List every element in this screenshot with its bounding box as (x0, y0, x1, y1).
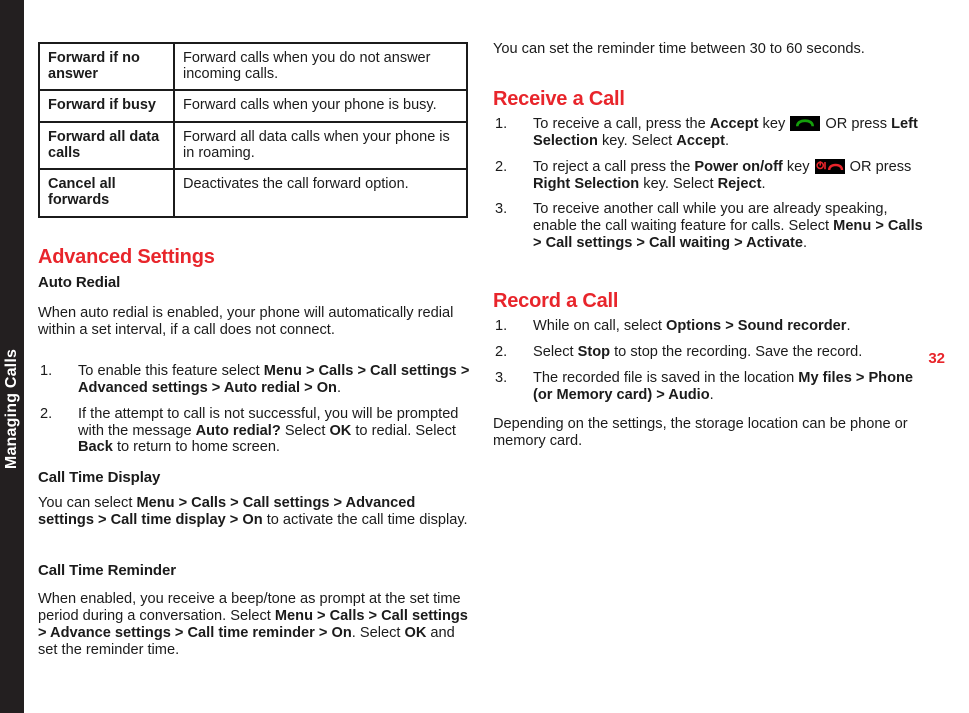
call-time-reminder-heading: Call Time Reminder (38, 562, 176, 579)
emphasis-text: Stop (577, 343, 611, 360)
emphasis-text: OK (404, 624, 427, 641)
emphasis-text: Power on/off (694, 158, 783, 175)
record-a-call-steps-list: 1. While on call, select Options > Sound … (493, 318, 925, 403)
emphasis-text: Menu > Calls > Call settings > Advanced … (38, 495, 416, 528)
record-a-call-steps: 1. While on call, select Options > Sound … (493, 318, 925, 403)
emphasis-text: Menu > Calls > Call settings > Call wait… (533, 218, 923, 252)
list-item: 1. While on call, select Options > Sound … (493, 318, 925, 335)
receive-a-call-heading: Receive a Call (493, 88, 625, 110)
emphasis-text: OK (329, 422, 352, 439)
table-cell-description: Deactivates the call forward option. (173, 168, 468, 218)
reject-call-key-icon (814, 158, 845, 174)
list-item: 3. The recorded file is saved in the loca… (493, 370, 925, 404)
emphasis-text: My files > Phone (or Memory card) > Audi… (533, 369, 914, 403)
call-time-display-heading: Call Time Display (38, 469, 161, 486)
table-row: Cancel all forwards Deactivates the call … (38, 168, 468, 218)
emphasis-text: Menu > Calls > Call settings > Advanced … (78, 363, 470, 396)
list-item-number: 1. (40, 363, 53, 379)
table-cell-description: Forward calls when you do not answer inc… (173, 41, 468, 92)
list-item-text: To receive a call, press the Accept key … (533, 116, 918, 149)
list-item-number: 1. (495, 116, 508, 132)
list-item-text: If the attempt to call is not successful… (78, 405, 459, 456)
list-item-number: 3. (495, 201, 508, 218)
list-item-number: 3. (495, 369, 508, 386)
table-row: Forward if busy Forward calls when your p… (38, 89, 468, 123)
advanced-settings-section: Advanced Settings (38, 246, 470, 269)
table-row: Forward if no answer Forward calls when y… (38, 41, 468, 92)
list-item: 2. To reject a call press the Power on/of… (493, 158, 925, 193)
table-cell-term: Cancel all forwards (38, 168, 175, 218)
accept-call-key-icon (790, 116, 821, 131)
auto-redial-intro-text: When auto redial is enabled, your phone … (38, 305, 454, 338)
table-cell-term: Forward if no answer (38, 41, 175, 92)
receive-a-call-steps-list: 1. To receive a call, press the Accept ke… (493, 116, 925, 252)
call-time-display-text: You can select Menu > Calls > Call setti… (38, 495, 468, 528)
reminder-note-text: You can set the reminder time between 30… (493, 41, 865, 57)
list-item-text: The recorded file is saved in the locati… (533, 369, 914, 403)
list-item: 3. To receive another call while you are … (493, 201, 925, 252)
emphasis-text: Reject (717, 175, 762, 192)
list-item: 1. To enable this feature select Menu > C… (38, 363, 470, 397)
record-a-call-closing-text: Depending on the settings, the storage l… (493, 416, 908, 449)
table-cell-term: Forward all data calls (38, 120, 175, 171)
emphasis-text: Options > Sound recorder (666, 318, 847, 334)
record-a-call-closing-note: Depending on the settings, the storage l… (493, 416, 925, 450)
call-forward-options-table: Forward if no answer Forward calls when y… (38, 41, 468, 218)
receive-a-call-section: Receive a Call (493, 88, 925, 111)
auto-redial-steps: 1. To enable this feature select Menu > C… (38, 363, 470, 456)
chapter-tab-label: Managing Calls (3, 348, 20, 470)
chapter-tab: Managing Calls (0, 0, 24, 713)
call-forward-table-body: Forward if no answer Forward calls when y… (38, 41, 468, 218)
auto-redial-intro: When auto redial is enabled, your phone … (38, 305, 470, 339)
emphasis-text: Auto redial? (195, 422, 281, 439)
call-time-reminder-section: Call Time Reminder When enabled, you rec… (38, 562, 470, 658)
page-number: 32 (928, 350, 945, 367)
emphasis-text: Right Selection (533, 175, 640, 192)
list-item-text: Select Stop to stop the recording. Save … (533, 343, 863, 360)
table-cell-description: Forward all data calls when your phone i… (173, 120, 468, 171)
list-item: 1. To receive a call, press the Accept ke… (493, 116, 925, 150)
list-item-number: 2. (495, 158, 508, 175)
list-item: 2. If the attempt to call is not successf… (38, 406, 470, 457)
emphasis-text: Accept (676, 132, 725, 149)
table-row: Forward all data calls Forward all data c… (38, 120, 468, 171)
list-item-text: To receive another call while you are al… (533, 201, 923, 252)
call-time-reminder-text: When enabled, you receive a beep/tone as… (38, 591, 468, 658)
auto-redial-section: Auto Redial (38, 274, 470, 291)
table-cell-description: Forward calls when your phone is busy. (173, 89, 468, 123)
list-item-text: While on call, select Options > Sound re… (533, 318, 851, 334)
call-time-display-section: Call Time Display You can select Menu > … (38, 469, 470, 529)
reminder-note: You can set the reminder time between 30… (493, 41, 925, 58)
record-a-call-heading: Record a Call (493, 290, 619, 312)
list-item-number: 2. (495, 343, 508, 360)
table-cell-term: Forward if busy (38, 89, 175, 123)
advanced-settings-heading: Advanced Settings (38, 246, 215, 268)
list-item: 2. Select Stop to stop the recording. Sav… (493, 344, 925, 361)
list-item-text: To reject a call press the Power on/off … (533, 158, 912, 192)
emphasis-text: Back (78, 439, 113, 456)
emphasis-text: Accept (709, 116, 759, 132)
receive-a-call-steps: 1. To receive a call, press the Accept ke… (493, 116, 925, 252)
list-item-number: 2. (40, 405, 53, 422)
record-a-call-section: Record a Call (493, 290, 925, 313)
auto-redial-steps-list: 1. To enable this feature select Menu > C… (38, 363, 470, 456)
list-item-number: 1. (495, 318, 508, 334)
list-item-text: To enable this feature select Menu > Cal… (78, 363, 470, 396)
auto-redial-heading: Auto Redial (38, 274, 121, 291)
